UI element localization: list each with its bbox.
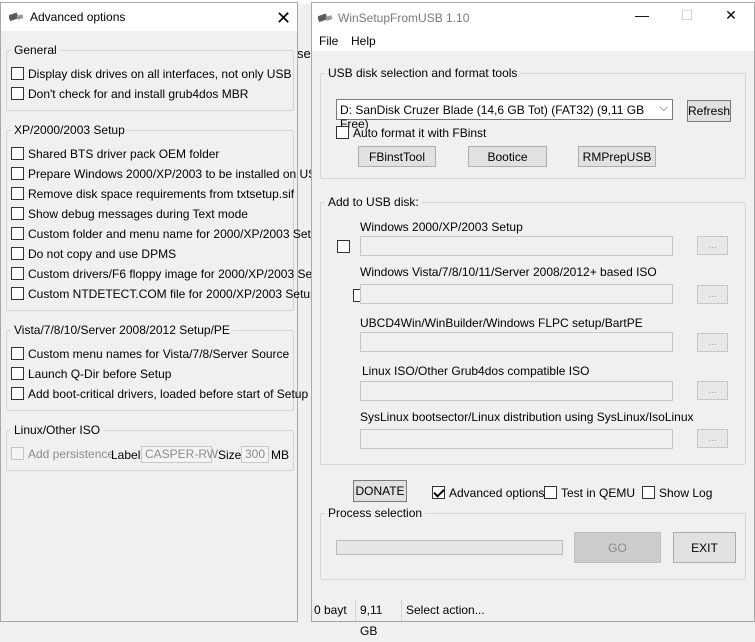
opt-shared-bts[interactable]: Shared BTS driver pack OEM folder — [11, 146, 219, 161]
group-usb-legend: USB disk selection and format tools — [328, 66, 518, 80]
app-usb-icon — [9, 12, 24, 22]
persistence-size-caption: Size — [218, 448, 242, 462]
advanced-options-window: Advanced options ✕ General Display disk … — [0, 2, 329, 622]
status-bytes: 0 bayt — [312, 600, 356, 621]
status-message: Select action... — [406, 603, 485, 617]
opt-custom-f6-drivers[interactable]: Custom drivers/F6 floppy image for 2000/… — [11, 266, 329, 281]
checkbox[interactable] — [11, 387, 24, 401]
group-linux-legend: Linux/Other ISO — [14, 423, 101, 437]
fbinsttool-button[interactable]: FBinstTool — [358, 146, 436, 167]
checkbox[interactable] — [432, 486, 445, 500]
close-icon[interactable]: ✕ — [720, 7, 742, 27]
checkbox[interactable] — [11, 447, 24, 461]
show-log-toggle[interactable]: Show Log — [642, 485, 712, 500]
opt-add-persistence[interactable]: Add persistence — [11, 446, 114, 461]
app-usb-icon — [318, 13, 333, 23]
opt-custom-ntdetect[interactable]: Custom NTDETECT.COM file for 2000/XP/200… — [11, 286, 317, 301]
source-label: UBCD4Win/WinBuilder/Windows FLPC setup/B… — [360, 316, 643, 330]
exit-button[interactable]: EXIT — [673, 532, 736, 563]
checkbox[interactable] — [11, 347, 24, 361]
checkbox[interactable] — [11, 207, 24, 221]
minimize-icon[interactable]: — — [631, 7, 653, 27]
group-xp-legend: XP/2000/2003 Setup — [14, 123, 125, 137]
checkbox[interactable] — [336, 126, 349, 140]
checkbox[interactable] — [642, 486, 655, 500]
go-button[interactable]: GO — [574, 532, 661, 563]
checkbox[interactable] — [11, 287, 24, 301]
persistence-label-input[interactable]: CASPER-RW — [141, 446, 218, 463]
checkbox[interactable] — [11, 247, 24, 261]
donate-button[interactable]: DONATE — [353, 480, 407, 502]
main-title: WinSetupFromUSB 1.10 — [338, 11, 470, 25]
advanced-options-toggle[interactable]: Advanced options — [432, 485, 544, 500]
browse-button[interactable]: ... — [697, 236, 728, 255]
opt-launch-qdir[interactable]: Launch Q-Dir before Setup — [11, 366, 171, 381]
checkbox[interactable] — [11, 227, 24, 241]
browse-button[interactable]: ... — [697, 381, 728, 400]
group-process-legend: Process selection — [328, 506, 423, 520]
checkbox[interactable] — [11, 87, 24, 101]
menu-help[interactable]: Help — [351, 34, 376, 48]
source-checkbox[interactable] — [337, 240, 350, 254]
chevron-down-icon[interactable]: ⌵ — [660, 102, 668, 115]
source-label: SysLinux bootsector/Linux distribution u… — [360, 410, 694, 424]
source-path-field[interactable] — [360, 236, 673, 256]
persistence-label-caption: Label — [111, 448, 141, 462]
status-bar: 0 bayt 9,11 GB Select action... — [312, 600, 754, 638]
group-add-legend: Add to USB disk: — [328, 195, 419, 209]
source-label: Windows 2000/XP/2003 Setup — [360, 220, 523, 234]
main-titlebar[interactable]: WinSetupFromUSB 1.10 — ☐ ✕ — [312, 3, 754, 32]
rmprepusb-button[interactable]: RMPrepUSB — [578, 146, 656, 167]
opt-no-grub4dos-mbr[interactable]: Don't check for and install grub4dos MBR — [11, 86, 248, 101]
checkbox[interactable] — [11, 367, 24, 381]
persistence-size-unit: MB — [271, 448, 289, 462]
browse-button[interactable]: ... — [697, 429, 728, 448]
test-in-qemu-toggle[interactable]: Test in QEMU — [544, 485, 635, 500]
advanced-options-titlebar[interactable]: Advanced options ✕ — [1, 3, 297, 31]
checkbox[interactable] — [11, 147, 24, 161]
winsetupfromusb-window: WinSetupFromUSB 1.10 — ☐ ✕ File Help USB… — [311, 2, 755, 638]
source-path-field[interactable] — [360, 429, 673, 449]
browse-button[interactable]: ... — [697, 285, 728, 304]
usb-disk-select[interactable]: D: SanDisk Cruzer Blade (14,6 GB Tot) (F… — [336, 99, 673, 131]
progress-bar — [336, 540, 563, 555]
opt-display-all-interfaces[interactable]: Display disk drives on all interfaces, n… — [11, 66, 291, 81]
bootice-button[interactable]: Bootice — [468, 146, 547, 167]
checkbox[interactable] — [11, 167, 24, 181]
source-label: Windows Vista/7/8/10/11/Server 2008/2012… — [360, 265, 657, 279]
refresh-button[interactable]: Refresh — [687, 100, 731, 122]
group-vista-legend: Vista/7/8/10/Server 2008/2012 Setup/PE — [14, 323, 230, 337]
opt-debug-messages[interactable]: Show debug messages during Text mode — [11, 206, 248, 221]
source-path-field[interactable] — [360, 381, 673, 401]
close-icon[interactable]: ✕ — [276, 9, 291, 27]
background-partial-text: se — [297, 46, 311, 61]
source-path-field[interactable] — [360, 332, 673, 352]
checkbox[interactable] — [11, 187, 24, 201]
opt-no-dpms[interactable]: Do not copy and use DPMS — [11, 246, 176, 261]
persistence-size-input[interactable]: 300 — [241, 446, 269, 463]
opt-remove-disk-space[interactable]: Remove disk space requirements from txts… — [11, 186, 294, 201]
maximize-icon: ☐ — [680, 7, 694, 23]
checkbox[interactable] — [11, 267, 24, 281]
checkbox[interactable] — [11, 67, 24, 81]
opt-prepare-xp-usb[interactable]: Prepare Windows 2000/XP/2003 to be insta… — [11, 166, 324, 181]
source-label: Linux ISO/Other Grub4dos compatible ISO — [362, 364, 590, 378]
checkbox[interactable] — [544, 486, 557, 500]
source-path-field[interactable] — [360, 284, 673, 304]
status-free-space: 9,11 GB — [358, 600, 402, 638]
opt-custom-menu-names[interactable]: Custom menu names for Vista/7/8/Server S… — [11, 346, 289, 361]
menu-file[interactable]: File — [319, 34, 338, 48]
browse-button[interactable]: ... — [697, 333, 728, 352]
auto-format-fbinst[interactable]: Auto format it with FBinst — [336, 125, 486, 140]
advanced-options-title: Advanced options — [30, 10, 126, 24]
opt-custom-folder[interactable]: Custom folder and menu name for 2000/XP/… — [11, 226, 324, 241]
opt-boot-critical-drivers[interactable]: Add boot-critical drivers, loaded before… — [11, 386, 308, 401]
menu-bar: File Help — [312, 32, 754, 51]
group-general-legend: General — [14, 43, 57, 57]
